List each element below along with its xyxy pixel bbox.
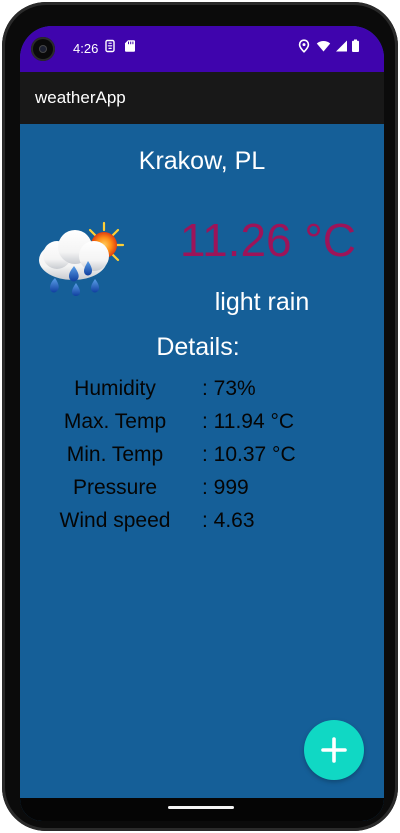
weather-description: light rain [214,288,310,316]
rain-cloud-sun-icon [32,220,128,296]
app-bar: weatherApp [20,72,384,124]
signal-icon [335,39,348,53]
detail-row-min-temp: Min. Temp : 10.37 °C [20,442,384,472]
plus-icon [304,720,364,780]
detail-label: Pressure [72,476,158,499]
details-title: Details: [156,333,240,361]
temperature-value: 11.26 °C [179,214,356,266]
detail-row-humidity: Humidity : 73% [20,376,384,406]
detail-label: Wind speed [59,509,171,532]
notification-icon [104,39,116,53]
detail-value: : 73% [202,377,256,400]
location-icon [298,39,310,53]
status-bar: 4:26 [20,26,384,72]
status-time: 4:26 [73,41,99,56]
detail-value: : 10.37 °C [202,443,296,466]
home-indicator[interactable] [168,806,234,809]
add-city-button[interactable] [304,720,364,780]
app-screen: 4:26 weatherApp Krakow, PL 11.26 °C ligh… [20,26,384,821]
gesture-bar [20,798,384,821]
detail-label: Min. Temp [66,443,164,466]
detail-value: : 4.63 [202,509,255,532]
detail-row-pressure: Pressure : 999 [20,475,384,505]
detail-label: Humidity [74,377,156,400]
battery-icon [351,39,360,53]
app-title: weatherApp [35,88,126,107]
detail-row-wind-speed: Wind speed : 4.63 [20,508,384,538]
front-camera [31,37,55,61]
detail-label: Max. Temp [63,410,167,433]
phone-frame: 4:26 weatherApp Krakow, PL 11.26 °C ligh… [2,2,398,831]
sd-card-icon [124,39,136,53]
detail-value: : 11.94 °C [202,410,295,433]
detail-value: : 999 [202,476,249,499]
detail-row-max-temp: Max. Temp : 11.94 °C [20,409,384,439]
wifi-icon [316,39,331,53]
city-name: Krakow, PL [138,147,266,175]
